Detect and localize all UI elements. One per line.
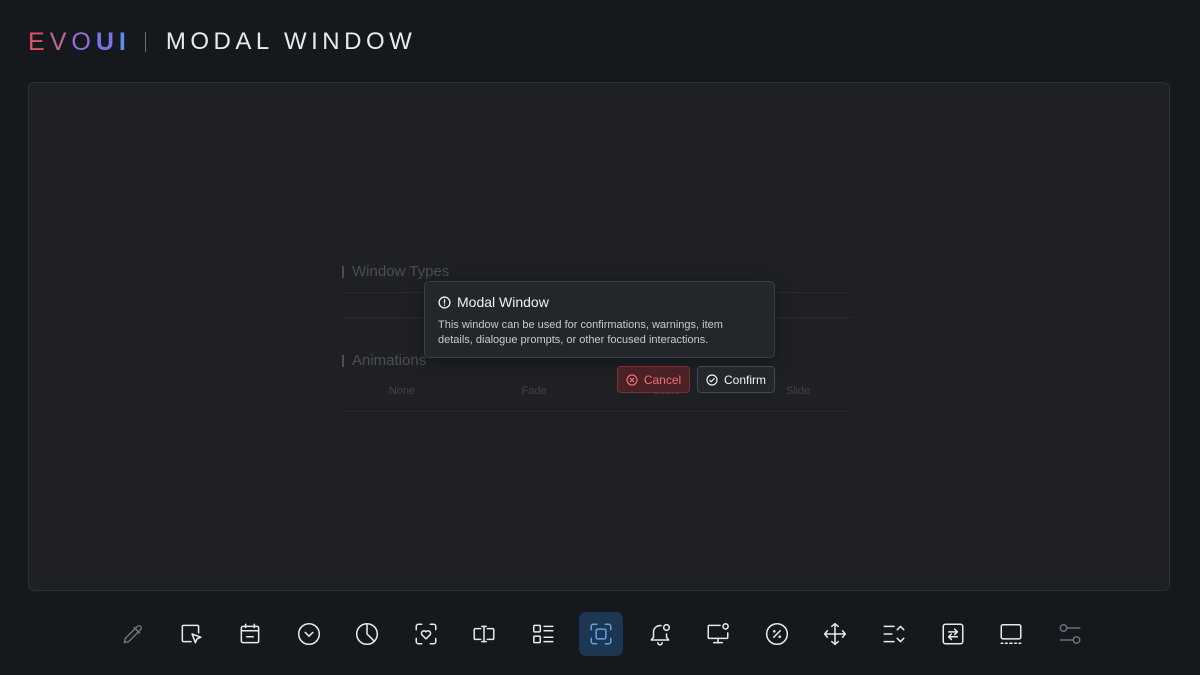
percent-tool[interactable] [755, 612, 799, 656]
x-circle-icon [626, 373, 638, 386]
screen-panel-tool[interactable] [989, 612, 1033, 656]
list-layout-tool[interactable] [521, 612, 565, 656]
modal-header: Modal Window [438, 294, 760, 310]
swap-frame-icon [942, 623, 964, 645]
cursor-select-icon [181, 624, 202, 644]
bell-dot-icon [650, 623, 671, 646]
sort-list-tool[interactable] [872, 612, 916, 656]
section-heading-label: Window Types [352, 263, 450, 280]
brand-letter: I [118, 27, 131, 56]
brand-letter: U [95, 27, 119, 56]
modal-description-line: details, dialogue prompts, or other focu… [438, 334, 709, 346]
component-toolbar [0, 612, 1200, 656]
monitor-status-tool[interactable] [696, 612, 740, 656]
screen-panel-icon [1000, 624, 1022, 644]
settings-sliders-tool[interactable] [1048, 612, 1092, 656]
divider-line [342, 411, 852, 412]
calendar-icon [240, 623, 260, 644]
move-arrows-icon [823, 622, 847, 646]
dropdown-tool[interactable] [287, 612, 331, 656]
cancel-button[interactable]: Cancel [617, 366, 690, 393]
animation-options: None Fade Scale Slide [342, 385, 862, 405]
section-heading-label: Animations [352, 352, 427, 369]
move-tool[interactable] [813, 612, 857, 656]
section-heading: Window Types [342, 263, 852, 280]
percent-circle-icon [765, 622, 789, 646]
modal-description-line: This window can be used for confirmation… [438, 319, 723, 331]
monitor-dot-icon [707, 623, 729, 644]
page-title: MODAL WINDOW [165, 28, 417, 55]
brand-letter: E [28, 27, 50, 56]
modal-description: This window can be used for confirmation… [438, 318, 760, 348]
animation-option[interactable]: Fade [474, 385, 594, 397]
pie-chart-icon [355, 622, 379, 646]
confirm-button-label: Confirm [723, 372, 766, 387]
cancel-button-label: Cancel [643, 372, 682, 387]
notification-tool[interactable] [638, 612, 682, 656]
alert-circle-icon [438, 295, 451, 309]
list-layout-icon [533, 624, 554, 644]
eyedropper-icon [123, 625, 142, 644]
color-picker-tool[interactable] [111, 612, 155, 656]
brand-logo: E V O U I [28, 28, 131, 57]
header-divider [144, 32, 146, 52]
modal-title: Modal Window [457, 294, 549, 310]
chevron-down-circle-icon [297, 622, 321, 646]
toggle-sliders-icon [1059, 624, 1081, 644]
pie-chart-tool[interactable] [345, 612, 389, 656]
confirm-button[interactable]: Confirm [697, 366, 775, 393]
sort-list-icon [883, 625, 905, 643]
brand-letter: O [71, 27, 96, 56]
cursor-select-tool[interactable] [169, 612, 213, 656]
swap-frame-tool[interactable] [931, 612, 975, 656]
window-types-section: Window Types [342, 263, 852, 280]
heart-scan-icon [415, 623, 437, 645]
check-circle-icon [706, 373, 718, 386]
modal-window-tool[interactable] [579, 612, 623, 656]
face-scan-tool[interactable] [404, 612, 448, 656]
animation-option[interactable]: None [342, 385, 462, 397]
text-input-tool[interactable] [462, 612, 506, 656]
header: E V O U I MODAL WINDOW [28, 26, 416, 58]
focus-frame-icon [590, 623, 612, 645]
text-cursor-input-icon [473, 625, 495, 643]
brand-letter: V [49, 27, 72, 56]
modal-dialog: Modal Window This window can be used for… [424, 281, 775, 358]
calendar-tool[interactable] [228, 612, 272, 656]
